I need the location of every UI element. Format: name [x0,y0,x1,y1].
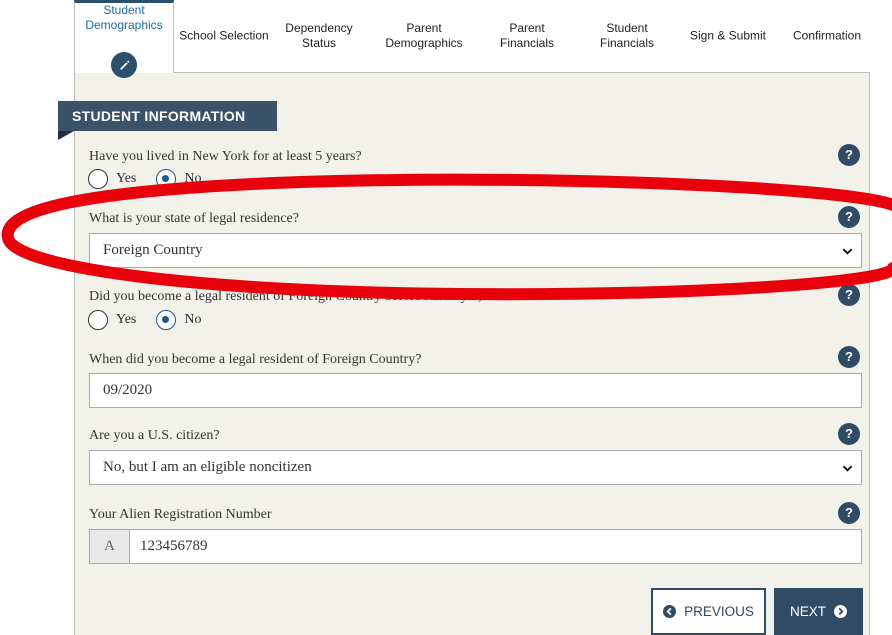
arrow-left-icon [663,605,677,618]
tab-label-line1: Student [606,21,648,35]
tab-student-financials[interactable]: Student Financials [582,0,672,72]
tab-label-line1: Student [103,3,145,17]
tab-confirmation[interactable]: Confirmation [782,0,872,72]
arrow-right-icon [834,605,847,618]
tab-label-line2: Demographics [85,18,163,32]
tab-dependency-status[interactable]: Dependency Status [278,0,360,72]
tab-label-line1: Parent [406,21,442,35]
tab-parent-demographics[interactable]: Parent Demographics [374,0,474,72]
alien-number-value: 123456789 [140,538,208,554]
radio-group-lived-ny: Yes No [88,168,222,190]
tab-label-line2: Financials [599,36,655,50]
banner-fold [58,131,74,140]
tab-sign-submit[interactable]: Sign & Submit [680,0,776,72]
previous-button-label: PREVIOUS [684,604,754,619]
tab-label-line1: Dependency [285,21,353,35]
question-resident-date-label: When did you become a legal resident of … [89,352,422,367]
radio-yes-label: Yes [116,171,137,186]
help-icon[interactable]: ? [838,346,860,368]
radio-circle [156,169,177,189]
question-lived-ny-label: Have you lived in New York for at least … [89,149,362,164]
help-icon[interactable]: ? [838,284,860,306]
section-title: STUDENT INFORMATION [58,101,277,131]
question-state-residence-label: What is your state of legal residence? [89,211,299,226]
radio-circle [88,169,108,189]
tab-parent-financials[interactable]: Parent Financials [482,0,572,72]
state-residence-value: Foreign Country [103,242,203,258]
help-icon[interactable]: ? [838,144,860,166]
next-button-label: NEXT [789,604,826,619]
tab-label-line1: School Selection [179,28,269,43]
alien-number-prefix: A [89,529,129,564]
pencil-icon [111,52,137,78]
radio-no[interactable]: No [156,169,202,189]
previous-button[interactable]: PREVIOUS [651,588,766,635]
radio-circle [156,310,177,330]
state-residence-select[interactable]: Foreign Country [89,233,862,268]
resident-date-input[interactable]: 09/2020 [89,373,862,408]
tab-label-line2: Status [301,36,337,50]
radio-circle [88,310,108,330]
chevron-down-icon [842,248,853,255]
alien-number-input[interactable]: 123456789 [129,529,862,564]
us-citizen-value: No, but I am an eligible noncitizen [103,459,312,475]
tab-label-line1: Parent [509,21,545,35]
tab-school-selection[interactable]: School Selection [174,0,274,72]
radio-yes-label: Yes [116,312,137,327]
question-us-citizen-label: Are you a U.S. citizen? [89,428,220,443]
help-icon[interactable]: ? [838,423,860,445]
radio-yes[interactable]: Yes [88,169,136,189]
radio-group-resident-before: Yes No [88,309,222,331]
tab-label-line2: Demographics [385,36,463,50]
resident-date-value: 09/2020 [103,382,153,398]
radio-no-label: No [184,312,202,327]
next-button[interactable]: NEXT [774,588,863,635]
radio-yes[interactable]: Yes [88,310,136,330]
help-icon[interactable]: ? [838,206,860,228]
question-alien-number-label: Your Alien Registration Number [89,507,272,522]
tab-label-line1: Confirmation [792,28,862,43]
tab-student-demographics[interactable]: Student Demographics [74,0,174,78]
us-citizen-select[interactable]: No, but I am an eligible noncitizen [89,450,862,485]
tab-label-line2: Financials [499,36,555,50]
radio-no[interactable]: No [156,310,202,330]
question-resident-before-label: Did you become a legal resident of Forei… [89,289,520,304]
tab-label-line1: Sign & Submit [689,28,767,43]
help-icon[interactable]: ? [838,502,860,524]
radio-no-label: No [184,171,202,186]
chevron-down-icon [842,465,853,472]
